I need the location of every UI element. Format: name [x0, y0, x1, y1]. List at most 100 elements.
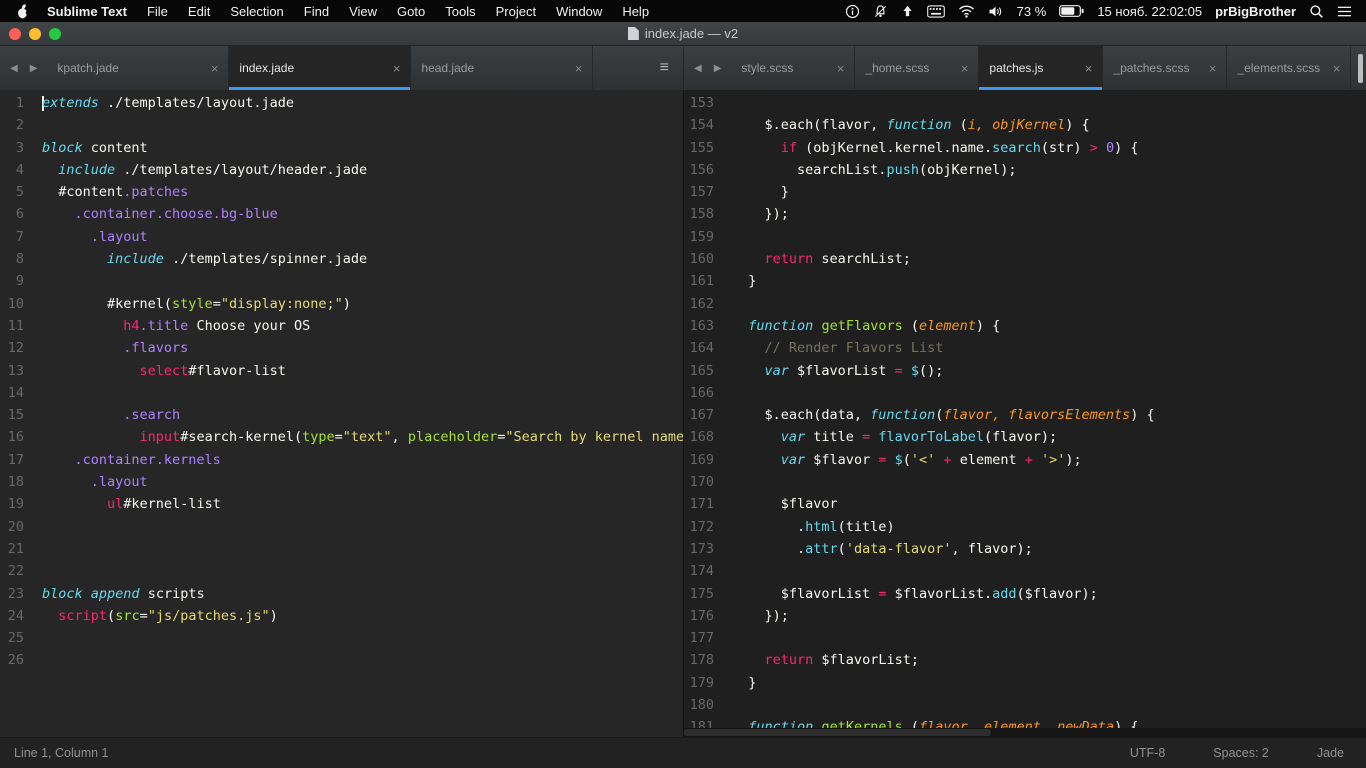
- code-line-167[interactable]: 167 $.each(data, function(flavor, flavor…: [684, 404, 1366, 426]
- code-line-172[interactable]: 172 .html(title): [684, 516, 1366, 538]
- menu-sublime-text[interactable]: Sublime Text: [37, 4, 137, 19]
- menu-edit[interactable]: Edit: [178, 4, 220, 19]
- tab-kpatch.jade[interactable]: kpatch.jade×: [47, 46, 229, 90]
- code-line-169[interactable]: 169 var $flavor = $('<' + element + '>')…: [684, 449, 1366, 471]
- tab-close-icon[interactable]: ×: [1333, 61, 1341, 76]
- menu-view[interactable]: View: [339, 4, 387, 19]
- code-line-15[interactable]: 15 .search: [0, 404, 683, 426]
- tab-close-icon[interactable]: ×: [575, 61, 583, 76]
- tab-overflow-menu-icon[interactable]: ≡: [660, 59, 683, 77]
- horizontal-scrollbar-thumb[interactable]: [684, 729, 991, 736]
- menu-file[interactable]: File: [137, 4, 178, 19]
- code-line-3[interactable]: 3block content: [0, 137, 683, 159]
- code-line-11[interactable]: 11 h4.title Choose your OS: [0, 315, 683, 337]
- minimize-window-button[interactable]: [29, 28, 41, 40]
- window-title-bar[interactable]: index.jade — v2: [0, 22, 1366, 46]
- code-line-20[interactable]: 20: [0, 516, 683, 538]
- menu-selection[interactable]: Selection: [220, 4, 293, 19]
- menu-goto[interactable]: Goto: [387, 4, 435, 19]
- code-line-165[interactable]: 165 var $flavorList = $();: [684, 360, 1366, 382]
- horizontal-scrollbar[interactable]: [684, 728, 1366, 737]
- code-line-18[interactable]: 18 .layout: [0, 471, 683, 493]
- back-icon[interactable]: ◀: [694, 63, 702, 74]
- code-line-14[interactable]: 14: [0, 382, 683, 404]
- code-line-164[interactable]: 164 // Render Flavors List: [684, 337, 1366, 359]
- tab-close-icon[interactable]: ×: [1085, 61, 1093, 76]
- code-line-174[interactable]: 174: [684, 560, 1366, 582]
- keyboard-icon[interactable]: [927, 5, 945, 18]
- code-line-158[interactable]: 158 });: [684, 203, 1366, 225]
- tab-patches.js[interactable]: patches.js×: [979, 46, 1103, 90]
- code-line-153[interactable]: 153: [684, 92, 1366, 114]
- menu-help[interactable]: Help: [612, 4, 659, 19]
- code-line-6[interactable]: 6 .container.choose.bg-blue: [0, 203, 683, 225]
- code-line-5[interactable]: 5 #content.patches: [0, 181, 683, 203]
- code-line-155[interactable]: 155 if (objKernel.kernel.name.search(str…: [684, 137, 1366, 159]
- info-icon[interactable]: [845, 4, 860, 19]
- tab-close-icon[interactable]: ×: [393, 61, 401, 76]
- back-icon[interactable]: ◀: [10, 63, 18, 74]
- volume-icon[interactable]: [988, 5, 1004, 18]
- code-line-9[interactable]: 9: [0, 270, 683, 292]
- tab-close-icon[interactable]: ×: [211, 61, 219, 76]
- zoom-window-button[interactable]: [49, 28, 61, 40]
- menu-clock[interactable]: 15 нояб. 22:02:05: [1097, 4, 1202, 19]
- tab-_patches.scss[interactable]: _patches.scss×: [1103, 46, 1227, 90]
- notification-center-icon[interactable]: [1337, 5, 1352, 18]
- right-editor-pane[interactable]: 153154 $.each(flavor, function (i, objKe…: [683, 90, 1366, 737]
- left-editor-pane[interactable]: 1extends ./templates/layout.jade23block …: [0, 90, 683, 737]
- code-line-173[interactable]: 173 .attr('data-flavor', flavor);: [684, 538, 1366, 560]
- code-line-161[interactable]: 161 }: [684, 270, 1366, 292]
- code-line-154[interactable]: 154 $.each(flavor, function (i, objKerne…: [684, 114, 1366, 136]
- code-line-177[interactable]: 177: [684, 627, 1366, 649]
- code-line-26[interactable]: 26: [0, 649, 683, 671]
- tab-close-icon[interactable]: ×: [961, 61, 969, 76]
- apple-icon[interactable]: [10, 4, 37, 19]
- menu-find[interactable]: Find: [294, 4, 339, 19]
- tab-close-icon[interactable]: ×: [837, 61, 845, 76]
- code-line-160[interactable]: 160 return searchList;: [684, 248, 1366, 270]
- code-line-168[interactable]: 168 var title = flavorToLabel(flavor);: [684, 426, 1366, 448]
- forward-icon[interactable]: ▶: [714, 63, 722, 74]
- code-line-175[interactable]: 175 $flavorList = $flavorList.add($flavo…: [684, 583, 1366, 605]
- code-line-176[interactable]: 176 });: [684, 605, 1366, 627]
- code-line-25[interactable]: 25: [0, 627, 683, 649]
- tab-_elements.scss[interactable]: _elements.scss×: [1227, 46, 1351, 90]
- code-line-21[interactable]: 21: [0, 538, 683, 560]
- code-line-166[interactable]: 166: [684, 382, 1366, 404]
- code-line-19[interactable]: 19 ul#kernel-list: [0, 493, 683, 515]
- code-line-162[interactable]: 162: [684, 293, 1366, 315]
- code-line-13[interactable]: 13 select#flavor-list: [0, 360, 683, 382]
- tab-head.jade[interactable]: head.jade×: [411, 46, 593, 90]
- code-line-179[interactable]: 179 }: [684, 672, 1366, 694]
- code-line-17[interactable]: 17 .container.kernels: [0, 449, 683, 471]
- code-line-170[interactable]: 170: [684, 471, 1366, 493]
- tabbar-scrollbar-thumb[interactable]: [1358, 54, 1363, 83]
- code-line-2[interactable]: 2: [0, 114, 683, 136]
- code-line-7[interactable]: 7 .layout: [0, 226, 683, 248]
- menu-window[interactable]: Window: [546, 4, 612, 19]
- code-line-12[interactable]: 12 .flavors: [0, 337, 683, 359]
- code-line-171[interactable]: 171 $flavor: [684, 493, 1366, 515]
- code-line-1[interactable]: 1extends ./templates/layout.jade: [0, 92, 683, 114]
- battery-icon[interactable]: [1059, 5, 1084, 17]
- status-jade[interactable]: Jade: [1317, 746, 1344, 760]
- wifi-icon[interactable]: [958, 5, 975, 18]
- code-line-4[interactable]: 4 include ./templates/layout/header.jade: [0, 159, 683, 181]
- status-utf-8[interactable]: UTF-8: [1130, 746, 1165, 760]
- cursor-position[interactable]: Line 1, Column 1: [14, 746, 109, 760]
- code-line-22[interactable]: 22: [0, 560, 683, 582]
- tab-index.jade[interactable]: index.jade×: [229, 46, 411, 90]
- menu-username[interactable]: prBigBrother: [1215, 4, 1296, 19]
- code-line-180[interactable]: 180: [684, 694, 1366, 716]
- code-line-8[interactable]: 8 include ./templates/spinner.jade: [0, 248, 683, 270]
- code-line-24[interactable]: 24 script(src="js/patches.js"): [0, 605, 683, 627]
- bell-icon[interactable]: [873, 4, 888, 19]
- code-line-23[interactable]: 23block append scripts: [0, 583, 683, 605]
- forward-icon[interactable]: ▶: [30, 63, 38, 74]
- code-line-16[interactable]: 16 input#search-kernel(type="text", plac…: [0, 426, 683, 448]
- code-line-163[interactable]: 163 function getFlavors (element) {: [684, 315, 1366, 337]
- tab-_home.scss[interactable]: _home.scss×: [855, 46, 979, 90]
- arrow-up-icon[interactable]: [901, 4, 914, 18]
- tab-close-icon[interactable]: ×: [1209, 61, 1217, 76]
